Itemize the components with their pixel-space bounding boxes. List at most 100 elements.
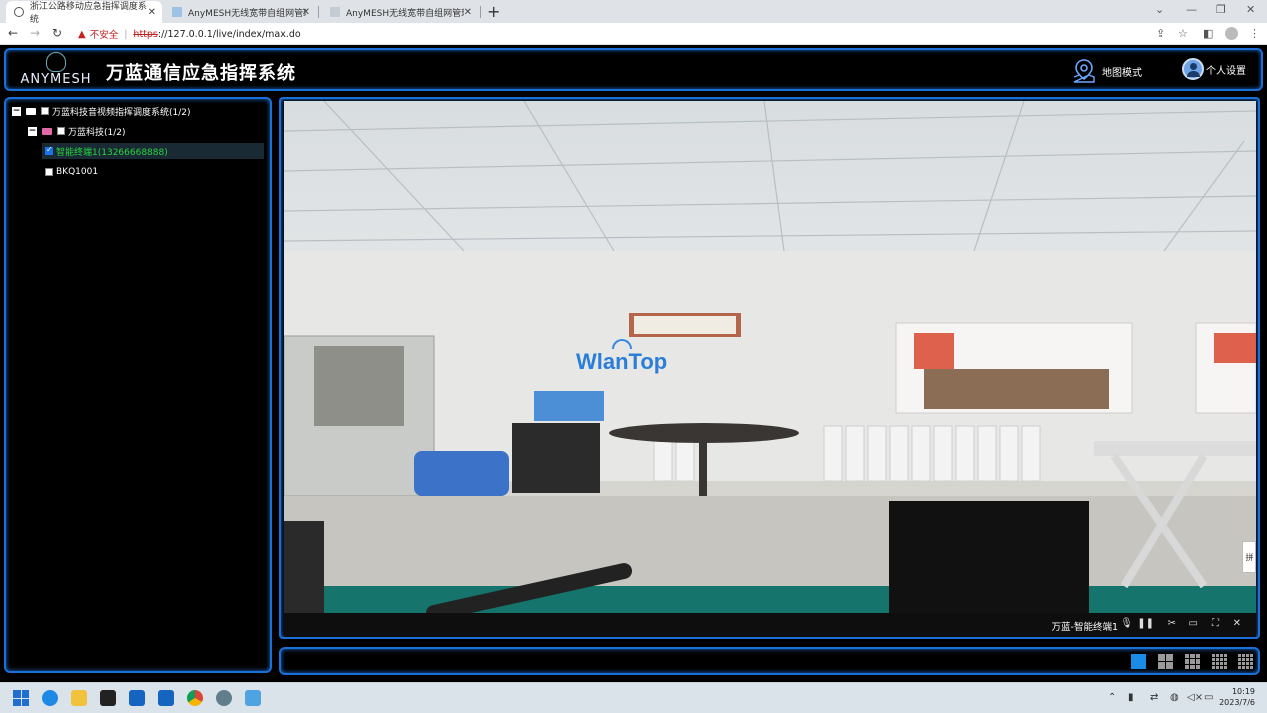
tree-root-node[interactable]: − 万蓝科技音视频指挥调度系统(1/2) <box>12 103 191 119</box>
page-icon <box>330 7 340 17</box>
layout-cell <box>1190 664 1195 669</box>
url-divider: | <box>124 28 128 40</box>
terminal-icon[interactable] <box>100 690 116 706</box>
profile-icon[interactable] <box>1225 27 1238 40</box>
video-stream[interactable]: WlanTop 拼 <box>284 101 1256 613</box>
browser-tab-title: 浙江公路移动应急指挥调度系统 <box>29 2 147 25</box>
close-icon[interactable]: ✕ <box>1233 618 1241 629</box>
wlantop-watermark: WlanTop <box>576 339 667 375</box>
taskbar-clock[interactable]: 10:19 2023/7/6 <box>1219 686 1255 708</box>
device-tree-panel: − 万蓝科技音视频指挥调度系统(1/2) − 万蓝科技(1/2) 智能终端1(1… <box>4 97 272 673</box>
layout-cell <box>1246 666 1249 669</box>
star-icon[interactable]: ☆ <box>1178 27 1188 40</box>
tab-divider <box>318 6 319 18</box>
layout-4-button[interactable] <box>1158 654 1173 669</box>
minimize-icon[interactable]: — <box>1186 3 1197 16</box>
folder-icon <box>42 127 52 135</box>
side-handle-tab[interactable]: 拼 <box>1242 541 1256 573</box>
personal-settings-button[interactable]: 个人设置 <box>1182 58 1246 80</box>
tree-group-node[interactable]: − 万蓝科技(1/2) <box>28 123 126 139</box>
layout-cell <box>1224 662 1227 665</box>
user-avatar-icon <box>1182 58 1204 80</box>
back-arrow-icon[interactable]: ← <box>8 26 18 40</box>
app-window-icon[interactable] <box>158 690 174 706</box>
layout-cell <box>1212 654 1215 657</box>
mic-icon[interactable]: 🎙 <box>1120 618 1133 629</box>
settings-gear-icon[interactable] <box>216 690 232 706</box>
warning-icon: ▲ <box>78 28 86 40</box>
tree-device-node-selected[interactable]: 智能终端1(13266668888) <box>42 143 264 159</box>
share-icon[interactable]: ⇪ <box>1156 27 1165 40</box>
close-tab-icon[interactable]: ✕ <box>302 7 310 18</box>
collapse-icon[interactable]: − <box>28 126 37 136</box>
map-mode-label: 地图模式 <box>1102 67 1142 79</box>
forward-arrow-icon[interactable]: → <box>30 26 40 40</box>
layout-1-button[interactable] <box>1131 654 1146 669</box>
close-tab-icon[interactable]: ✕ <box>464 7 472 18</box>
windows-start-icon[interactable] <box>13 690 29 706</box>
network-signal-icon[interactable]: ▮ <box>1128 692 1134 703</box>
scissors-icon[interactable]: ✂ <box>1168 618 1176 629</box>
browser-tab-1[interactable]: 浙江公路移动应急指挥调度系统 ✕ <box>6 1 162 25</box>
watermark-text: WlanTop <box>576 349 668 374</box>
side-panel-icon[interactable]: ◧ <box>1203 27 1213 40</box>
browser-tab-2[interactable]: AnyMESH无线宽带自组网管理系 ✕ <box>164 1 316 23</box>
layout-16-button[interactable] <box>1212 654 1227 669</box>
layout-cell <box>1220 658 1223 661</box>
browser-tab-3[interactable]: AnyMESH无线宽带自组网管理系 ✕ <box>322 1 478 23</box>
chrome-browser-icon[interactable] <box>187 690 203 706</box>
speaker-muted-icon[interactable]: ◁× <box>1187 692 1203 703</box>
tree-device-node[interactable]: BKQ1001 <box>42 164 98 180</box>
close-tab-icon[interactable]: ✕ <box>148 7 156 18</box>
reload-icon[interactable]: ↻ <box>52 26 62 40</box>
layout-cell <box>1185 664 1190 669</box>
layout-cell <box>1195 664 1200 669</box>
battery-icon[interactable]: ▭ <box>1204 692 1213 703</box>
layout-cell <box>1185 659 1190 664</box>
tab-divider <box>480 6 481 18</box>
tree-checkbox-checked[interactable] <box>45 145 53 155</box>
browser-tab-title: AnyMESH无线宽带自组网管理系 <box>346 8 464 19</box>
layout-cell <box>1131 654 1146 669</box>
chevron-down-icon[interactable]: ⌄ <box>1155 3 1164 16</box>
layout-cell <box>1195 654 1200 659</box>
language-globe-icon[interactable]: ◍ <box>1170 692 1179 703</box>
layout-cell <box>1190 659 1195 664</box>
pause-icon[interactable]: ❚❚ <box>1137 618 1154 629</box>
collapse-icon[interactable]: − <box>12 106 21 116</box>
layout-cell <box>1216 654 1219 657</box>
record-icon[interactable]: ▭ <box>1189 618 1198 629</box>
layout-cell <box>1250 662 1253 665</box>
tree-checkbox[interactable] <box>45 168 53 176</box>
layout-cell <box>1246 658 1249 661</box>
menu-dots-icon[interactable]: ⋮ <box>1249 27 1260 40</box>
layout-16-alt-button[interactable] <box>1238 654 1253 669</box>
layout-cell <box>1216 662 1219 665</box>
new-tab-icon[interactable]: + <box>487 2 500 21</box>
app-window-icon[interactable] <box>129 690 145 706</box>
layout-cell <box>1216 658 1219 661</box>
page-title: 万蓝通信应急指挥系统 <box>106 63 296 84</box>
layout-9-button[interactable] <box>1185 654 1200 669</box>
tree-checkbox[interactable] <box>57 127 65 135</box>
browser-tab-strip: 浙江公路移动应急指挥调度系统 ✕ AnyMESH无线宽带自组网管理系 ✕ Any… <box>0 0 1267 25</box>
map-mode-button[interactable]: 地图模式 <box>1072 58 1142 84</box>
url-field[interactable]: ▲ 不安全 | https ://127.0.0.1/live/index/ma… <box>78 27 301 42</box>
transfer-icon[interactable]: ⇄ <box>1150 692 1158 703</box>
fullscreen-icon[interactable]: ⛶ <box>1212 618 1219 629</box>
tree-device-label: BKQ1001 <box>56 167 99 177</box>
restore-icon[interactable]: ❐ <box>1216 3 1226 16</box>
layout-cell <box>1238 662 1241 665</box>
layout-cell <box>1242 666 1245 669</box>
layout-cell <box>1224 654 1227 657</box>
remote-desktop-icon[interactable] <box>245 690 261 706</box>
layout-cell <box>1166 662 1173 669</box>
close-window-icon[interactable]: ✕ <box>1246 3 1255 16</box>
chevron-up-icon[interactable]: ⌃ <box>1108 692 1116 703</box>
layout-cell <box>1212 658 1215 661</box>
layout-cell <box>1166 654 1173 661</box>
file-explorer-icon[interactable] <box>71 690 87 706</box>
tree-checkbox[interactable] <box>41 107 49 115</box>
layout-cell <box>1250 658 1253 661</box>
edge-browser-icon[interactable] <box>42 690 58 706</box>
